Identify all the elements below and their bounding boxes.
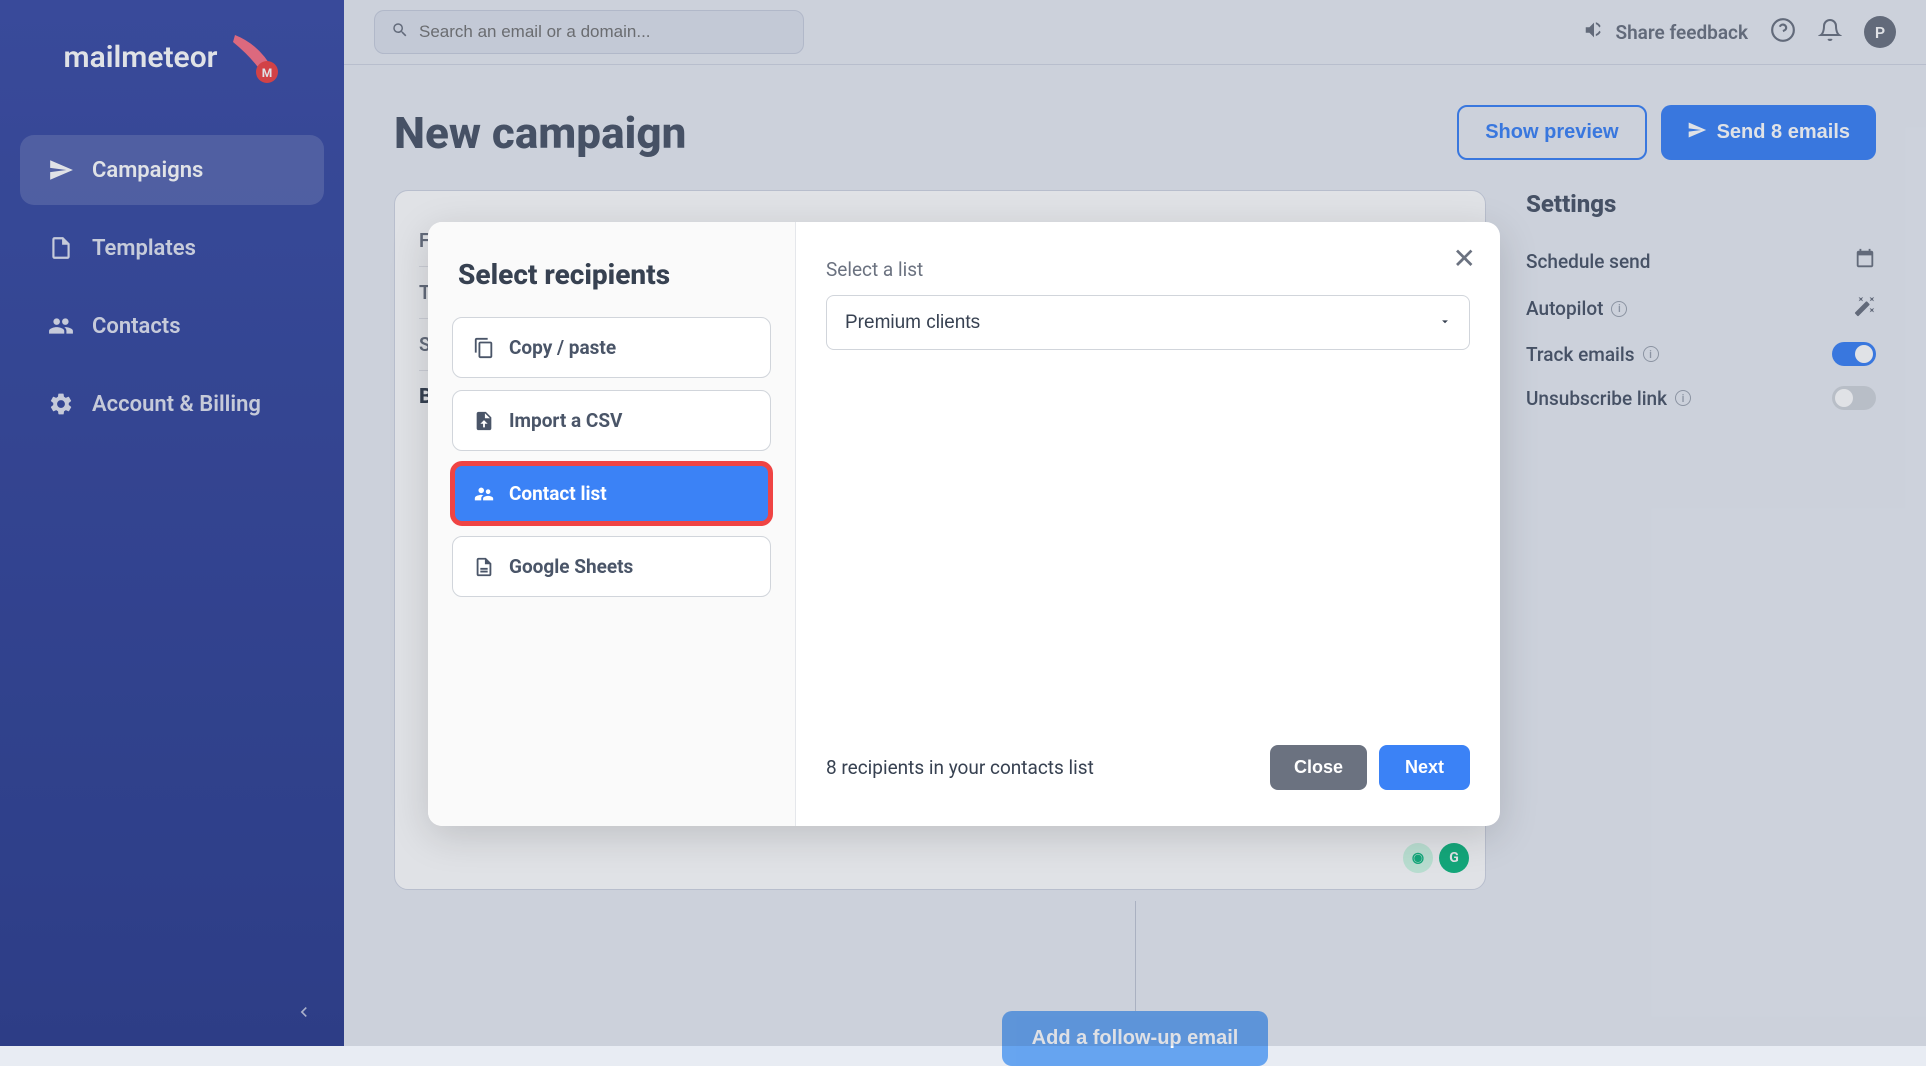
close-icon[interactable]: ✕ [1453,242,1476,275]
recipients-count: 8 recipients in your contacts list [826,756,1094,779]
select-list-label: Select a list [826,258,1470,281]
option-label: Google Sheets [509,555,633,578]
contact-list-select[interactable]: Premium clients [826,295,1470,350]
modal-content: ✕ Select a list Premium clients 8 recipi… [796,222,1500,826]
next-label: Next [1405,757,1444,777]
option-label: Contact list [509,482,607,505]
option-google-sheets[interactable]: Google Sheets [452,536,771,597]
modal-sidebar: Select recipients Copy / paste Import a … [428,222,796,826]
contacts-icon [473,483,495,505]
sheets-icon [473,556,495,578]
option-copy-paste[interactable]: Copy / paste [452,317,771,378]
next-button[interactable]: Next [1379,745,1470,790]
option-import-csv[interactable]: Import a CSV [452,390,771,451]
close-button[interactable]: Close [1270,745,1367,790]
option-label: Import a CSV [509,409,622,432]
upload-file-icon [473,410,495,432]
option-label: Copy / paste [509,336,616,359]
close-label: Close [1294,757,1343,777]
modal-overlay[interactable]: Select recipients Copy / paste Import a … [0,0,1926,1046]
option-contact-list[interactable]: Contact list [452,463,771,524]
select-recipients-modal: Select recipients Copy / paste Import a … [428,222,1500,826]
copy-icon [473,337,495,359]
modal-title: Select recipients [452,258,771,291]
